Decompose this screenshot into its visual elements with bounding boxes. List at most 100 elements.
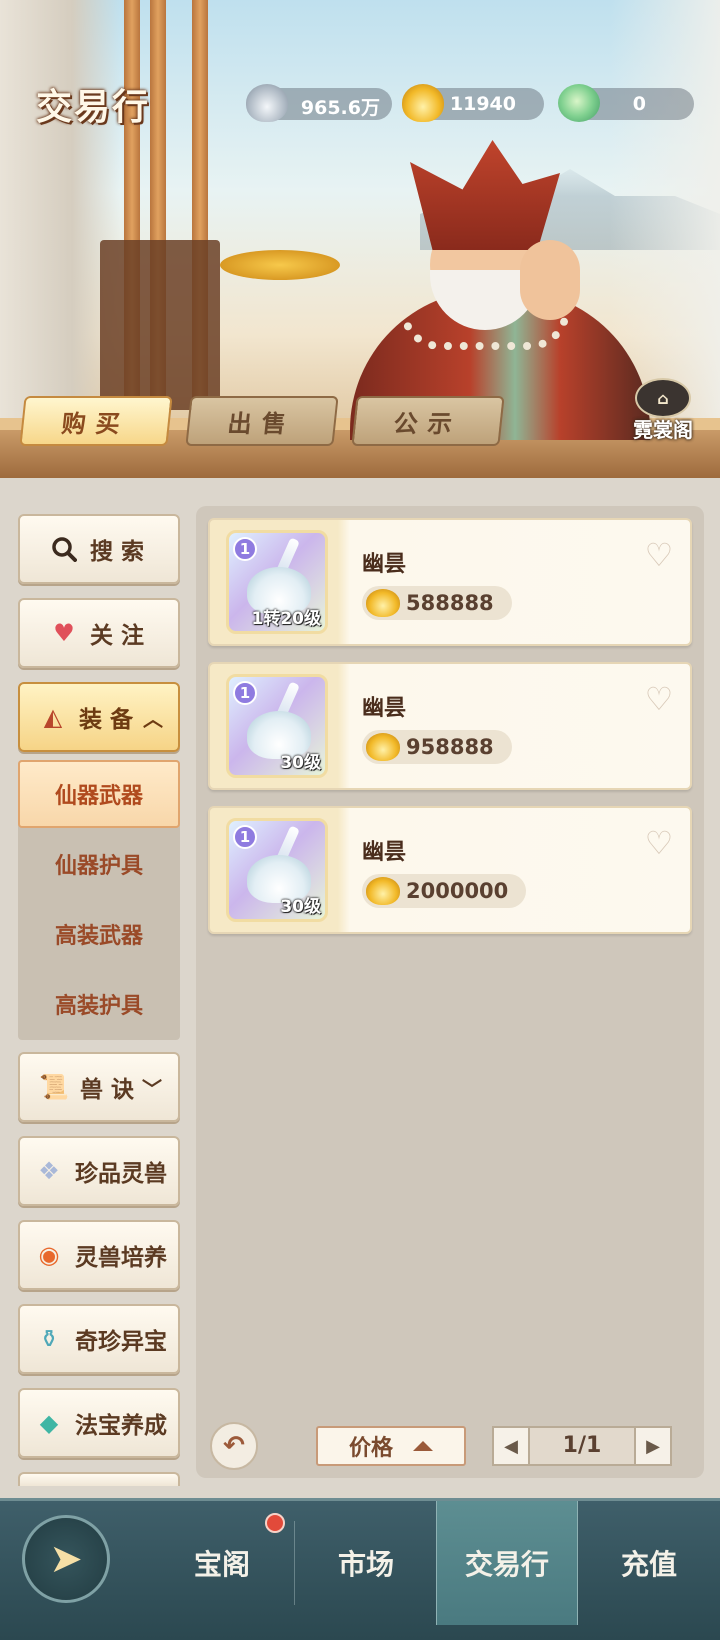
item-icon[interactable]: 1 30级 xyxy=(226,818,328,922)
header-scene: 交易行 965.6万 11940 0 购买 出售 公示 ⌂ 霓裳阁 xyxy=(0,0,720,478)
item-price: 958888 xyxy=(362,730,512,764)
gold-ingot-icon xyxy=(402,84,444,122)
tab-buy[interactable]: 购买 xyxy=(19,396,173,446)
prev-page-button[interactable]: ◀ xyxy=(492,1426,530,1466)
price-value: 958888 xyxy=(406,735,494,759)
nishang-pavilion-button[interactable]: ⌂ 霓裳阁 xyxy=(618,378,708,448)
next-page-button[interactable]: ▶ xyxy=(634,1426,672,1466)
page-indicator: 1/1 xyxy=(562,1433,602,1458)
sidebar-artifact-button[interactable]: ◆ 法宝养成 xyxy=(18,1388,180,1458)
listing-card[interactable]: 1 30级 幽昙 2000000 ♡ xyxy=(208,806,692,934)
sidebar-follow-button[interactable]: ♥ 关注 xyxy=(18,598,180,668)
tab-notice[interactable]: 公示 xyxy=(351,396,505,446)
tier-badge: 1 xyxy=(233,825,257,849)
item-price: 588888 xyxy=(362,586,512,620)
listing-card[interactable]: 1 30级 幽昙 958888 ♡ xyxy=(208,662,692,790)
price-value: 588888 xyxy=(406,591,494,615)
tier-badge: 1 xyxy=(233,681,257,705)
search-icon xyxy=(46,532,82,566)
shelf xyxy=(100,240,220,410)
notification-dot xyxy=(265,1513,285,1533)
currency-value: 0 xyxy=(632,93,646,115)
sort-label: 价格 xyxy=(348,1436,393,1461)
merchant-character xyxy=(330,140,660,440)
item-level: 30级 xyxy=(280,897,321,917)
subcategory-xianqi-armor[interactable]: 仙器护具 xyxy=(18,830,180,898)
item-price: 2000000 xyxy=(362,874,527,908)
sidebar-treasure-button[interactable]: ⚱ 奇珍异宝 xyxy=(18,1304,180,1374)
item-name: 幽昙 xyxy=(362,840,407,865)
listing-card[interactable]: 1 1转20级 幽昙 588888 ♡ xyxy=(208,518,692,646)
vase-icon: ⚱ xyxy=(38,1325,60,1353)
nav-recharge[interactable]: 充值 xyxy=(578,1501,720,1625)
subcategory-label: 高装武器 xyxy=(54,924,143,949)
merchant-hand xyxy=(520,240,580,320)
favorite-heart-icon[interactable]: ♡ xyxy=(642,827,676,859)
back-button[interactable]: ↶ xyxy=(210,1422,258,1470)
gold-pile xyxy=(220,250,340,280)
sidebar-next-button[interactable] xyxy=(18,1472,180,1486)
subcategory-high-armor[interactable]: 高装护具 xyxy=(18,970,180,1038)
page-title: 交易行 xyxy=(36,87,151,128)
gold-ingot-icon xyxy=(366,877,400,905)
favorite-heart-icon[interactable]: ♡ xyxy=(642,683,676,715)
sidebar-rare-beast-button[interactable]: ❖ 珍品灵兽 xyxy=(18,1136,180,1206)
tab-sell[interactable]: 出售 xyxy=(185,396,339,446)
nav-trading-house[interactable]: 交易行 xyxy=(436,1501,578,1625)
sidebar-beast-skill-button[interactable]: 📜 兽诀 ﹀ xyxy=(18,1052,180,1122)
scroll-icon: 📜 xyxy=(39,1073,69,1101)
nav-label: 宝阁 xyxy=(193,1548,250,1581)
currency-silver: 965.6万 xyxy=(246,84,392,122)
sidebar-beast-train-button[interactable]: ◉ 灵兽培养 xyxy=(18,1220,180,1290)
tier-badge: 1 xyxy=(233,537,257,561)
item-name: 幽昙 xyxy=(362,696,407,721)
price-value: 2000000 xyxy=(406,879,509,903)
sidebar-label: 珍品灵兽 xyxy=(75,1161,167,1187)
currency-value: 965.6万 xyxy=(300,97,380,119)
fan-icon: ◭ xyxy=(43,703,63,731)
listing-panel: 1 1转20级 幽昙 588888 ♡ 1 30级 幽昙 958888 ♡ 1 … xyxy=(196,506,704,1478)
nishang-label: 霓裳阁 xyxy=(633,418,693,442)
chevron-up-icon: ︿ xyxy=(143,706,163,731)
tab-label: 出售 xyxy=(226,409,298,438)
nav-divider xyxy=(294,1521,295,1605)
bottom-navigation: ➤ 宝阁 市场 交易行 充值 xyxy=(0,1498,720,1640)
tab-label: 购买 xyxy=(60,409,132,438)
heart-icon: ♥ xyxy=(53,619,75,647)
subcategory-high-weapon[interactable]: 高装武器 xyxy=(18,900,180,968)
back-compass-icon: ➤ xyxy=(49,1536,83,1582)
sidebar-equipment-button[interactable]: ◭ 装备 ︿ xyxy=(18,682,180,752)
item-name: 幽昙 xyxy=(362,552,407,577)
merchant-hat xyxy=(410,140,560,250)
item-icon[interactable]: 1 30级 xyxy=(226,674,328,778)
sidebar-label: 关注 xyxy=(90,623,152,649)
sidebar-label: 法宝养成 xyxy=(75,1413,167,1439)
item-icon[interactable]: 1 1转20级 xyxy=(226,530,328,634)
item-level: 1转20级 xyxy=(251,609,322,629)
currency-gold: 11940 xyxy=(402,84,544,122)
sort-ascending-icon xyxy=(413,1441,433,1451)
tab-label: 公示 xyxy=(392,409,464,438)
sidebar-search-button[interactable]: 搜索 xyxy=(18,514,180,584)
sidebar-label: 兽诀 xyxy=(80,1077,142,1103)
subcategory-label: 仙器武器 xyxy=(54,784,143,809)
subcategory-label: 仙器护具 xyxy=(54,854,143,879)
subcategory-xianqi-weapon[interactable]: 仙器武器 xyxy=(18,760,180,828)
currency-jade: 0 xyxy=(558,84,694,122)
fire-orb-icon: ◉ xyxy=(38,1241,60,1269)
sort-by-price-button[interactable]: 价格 xyxy=(316,1426,466,1466)
home-button[interactable]: ➤ xyxy=(22,1515,110,1603)
item-level: 30级 xyxy=(280,753,321,773)
favorite-heart-icon[interactable]: ♡ xyxy=(642,539,676,571)
back-arrow-icon: ↶ xyxy=(223,1431,245,1461)
fox-icon: ❖ xyxy=(38,1157,60,1185)
pagination: ◀ 1/1 ▶ xyxy=(492,1426,672,1466)
equipment-subcategories: 仙器武器 仙器护具 高装武器 高装护具 xyxy=(18,760,180,1040)
sidebar-label: 装备 xyxy=(79,707,141,733)
sidebar-label: 搜索 xyxy=(90,539,152,565)
sidebar-label: 灵兽培养 xyxy=(75,1245,167,1271)
subcategory-label: 高装护具 xyxy=(54,994,143,1019)
nav-label: 市场 xyxy=(337,1548,394,1581)
nav-market[interactable]: 市场 xyxy=(296,1501,436,1625)
nav-label: 充值 xyxy=(620,1548,677,1581)
